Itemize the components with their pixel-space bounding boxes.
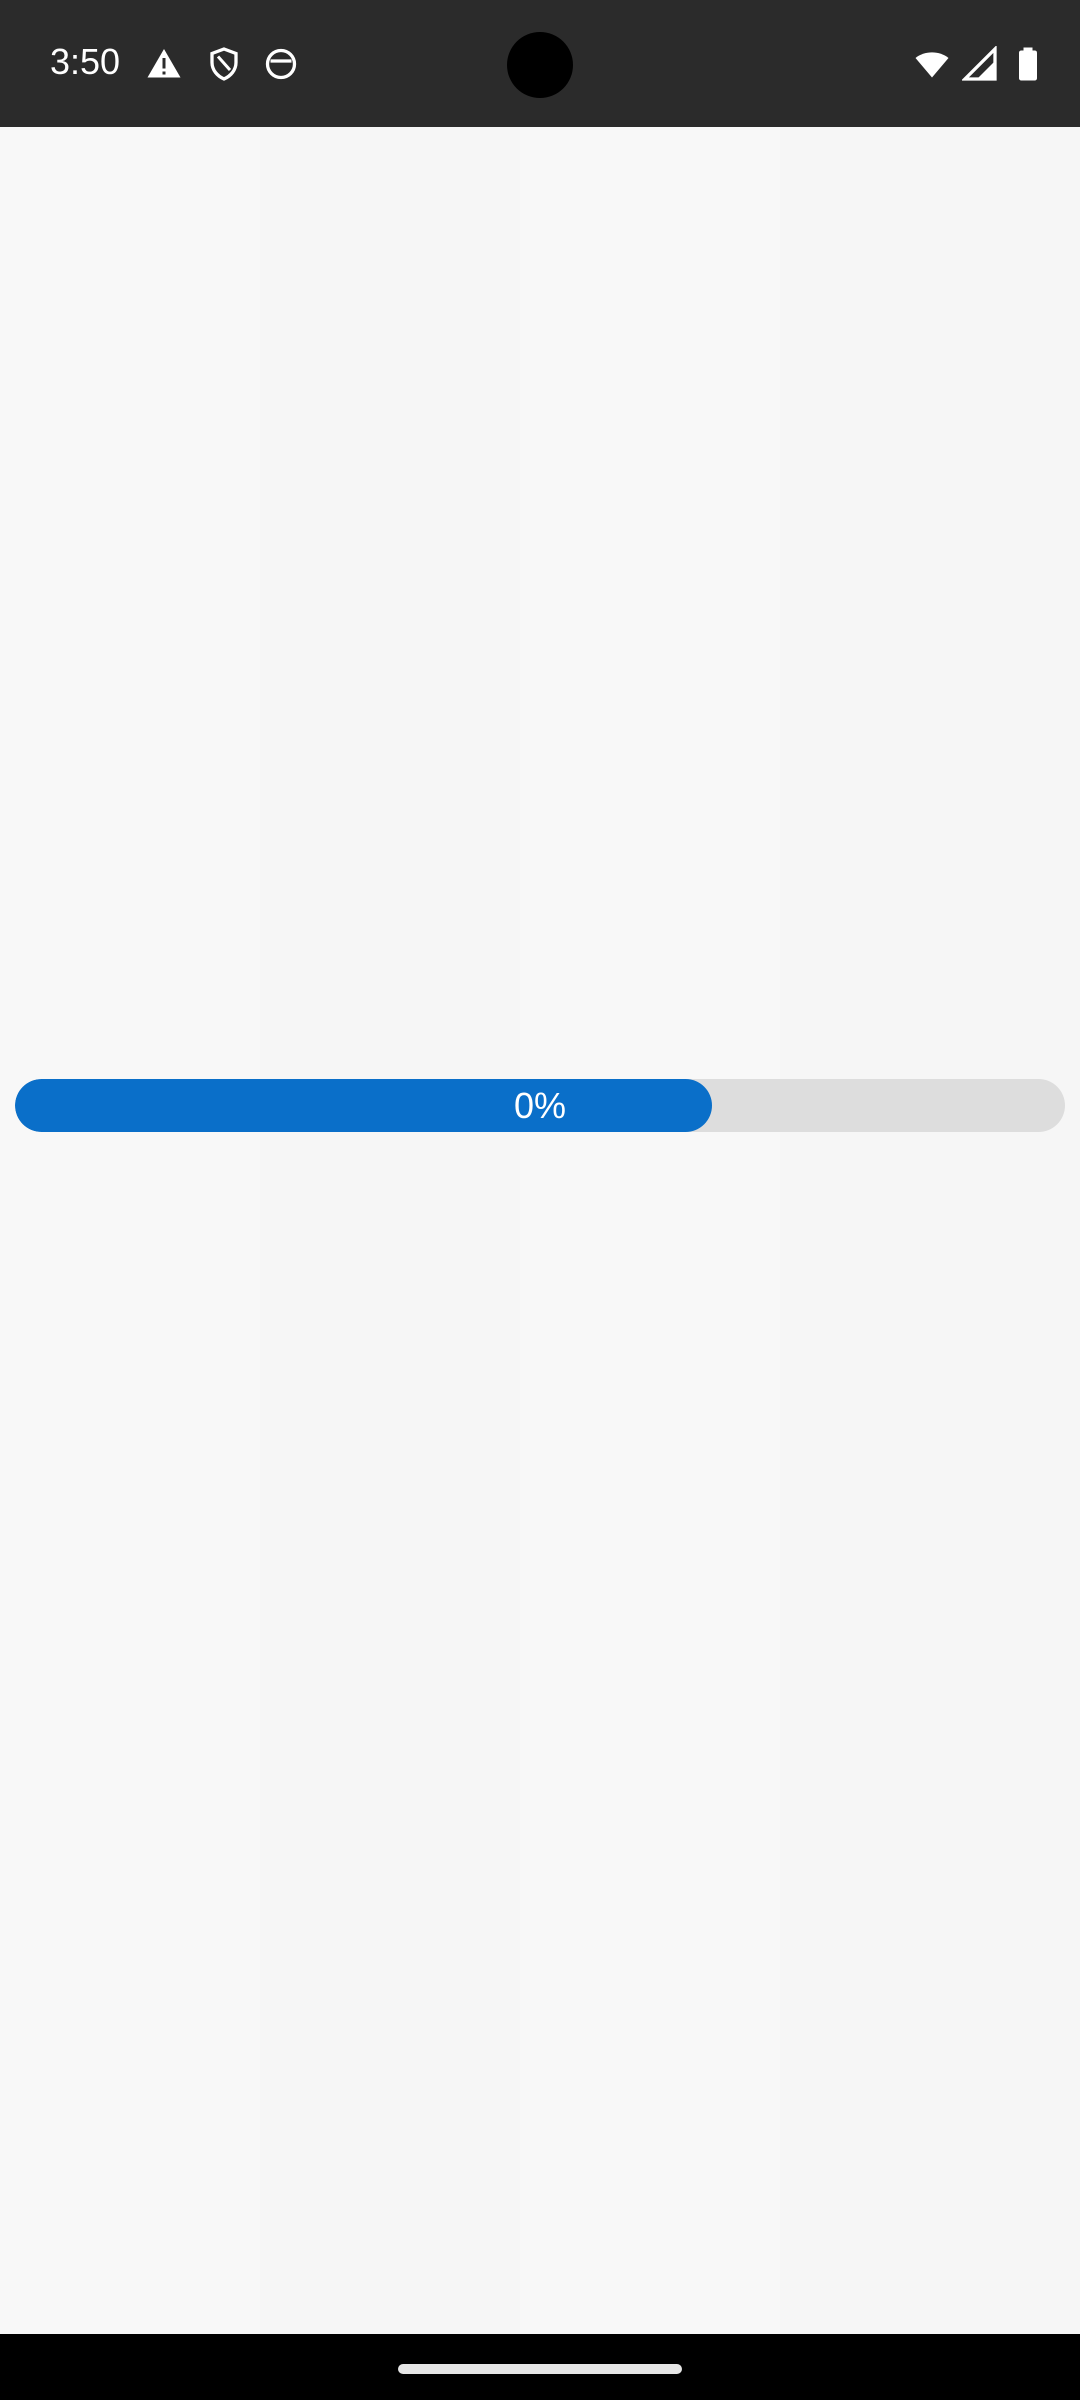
alert-triangle-icon xyxy=(147,49,181,78)
status-time: 3:50 xyxy=(50,41,121,82)
status-bar: 3:50 xyxy=(0,0,1080,127)
content-area xyxy=(0,127,1080,2334)
navigation-bar xyxy=(0,2334,1080,2400)
camera-cutout xyxy=(507,32,573,98)
signal-icon xyxy=(962,46,997,81)
battery-icon xyxy=(1019,47,1037,81)
app-notification-icon xyxy=(265,48,297,80)
shield-icon xyxy=(210,47,238,81)
wifi-icon xyxy=(915,52,949,78)
home-gesture-handle[interactable] xyxy=(398,2364,682,2374)
background-column xyxy=(0,127,260,2334)
status-right-icons xyxy=(914,46,1046,82)
progress-bar: 0% xyxy=(15,1079,1065,1132)
screen: 3:50 0% xyxy=(0,0,1080,2400)
progress-label: 0% xyxy=(513,1085,567,1126)
background-column xyxy=(520,127,780,2334)
